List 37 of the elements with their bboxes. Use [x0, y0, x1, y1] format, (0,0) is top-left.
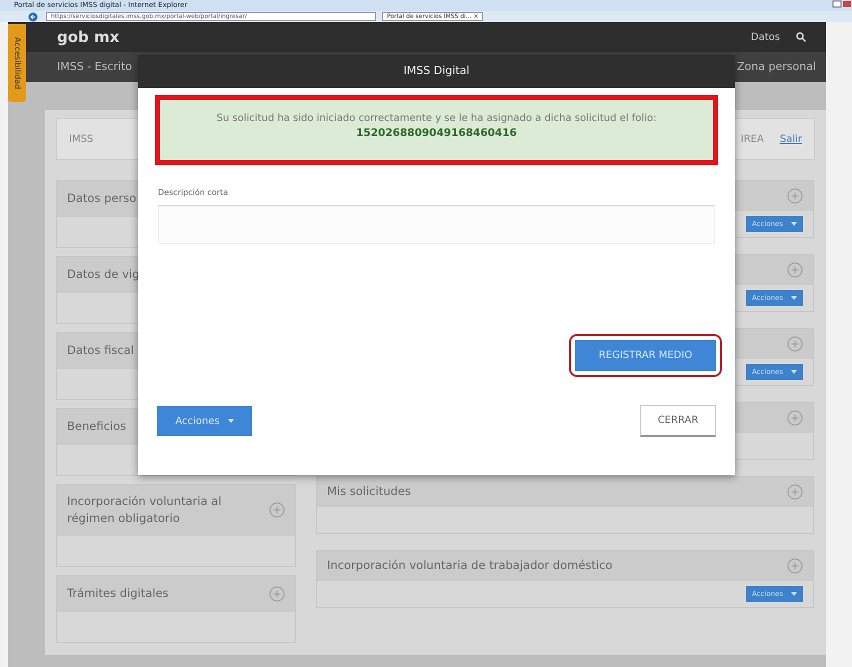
- actions-button[interactable]: Acciones: [157, 406, 252, 436]
- plus-icon[interactable]: [787, 262, 803, 278]
- plus-icon[interactable]: [787, 484, 803, 500]
- logout-link[interactable]: Salir: [780, 132, 802, 146]
- card-title: Datos perso: [67, 190, 136, 208]
- nav-link[interactable]: Datos: [750, 30, 780, 44]
- caret-icon: [791, 370, 797, 374]
- plus-icon[interactable]: [269, 586, 285, 602]
- card-title: Mis solicitudes: [327, 483, 411, 500]
- card-title: Datos fiscal: [67, 342, 134, 360]
- folio-number: 1520268809049168460416: [355, 126, 518, 141]
- site-subtitle: IMSS - Escrito: [57, 58, 132, 75]
- card-title: Incorporación voluntaria de trabajador doméstico: [327, 557, 612, 574]
- alert-message: Su solicitud ha sido iniciado correctamente y se le ha asignado a dicha solicitud el folio:: [216, 112, 658, 126]
- back-icon[interactable]: [28, 12, 40, 22]
- nav-link[interactable]: Zona personal: [737, 58, 816, 76]
- site-logo: gob mx: [57, 26, 120, 48]
- caret-icon: [791, 592, 797, 596]
- close-button[interactable]: CERRAR: [640, 405, 716, 437]
- plus-icon[interactable]: [269, 502, 285, 518]
- plus-icon[interactable]: [787, 558, 803, 574]
- plus-icon[interactable]: [787, 410, 803, 426]
- card-title: Beneficios: [67, 418, 126, 436]
- card-title: Trámites digitales: [67, 584, 169, 602]
- caret-icon: [791, 222, 797, 226]
- caret-icon: [791, 296, 797, 300]
- accessibility-tab[interactable]: Accesibilidad: [8, 24, 26, 102]
- plus-icon[interactable]: [787, 336, 803, 352]
- plus-icon[interactable]: [787, 188, 803, 204]
- modal-title: IMSS Digital: [138, 55, 735, 88]
- register-button[interactable]: REGISTRAR MEDIO: [575, 340, 716, 371]
- search-icon[interactable]: [796, 32, 806, 42]
- description-field[interactable]: [158, 206, 715, 244]
- caret-icon: [228, 419, 234, 424]
- card-title: Incorporación voluntaria al régimen obligatorio: [67, 493, 222, 528]
- imss-logo: IMSS: [69, 132, 94, 146]
- user-name: IREA: [740, 132, 764, 146]
